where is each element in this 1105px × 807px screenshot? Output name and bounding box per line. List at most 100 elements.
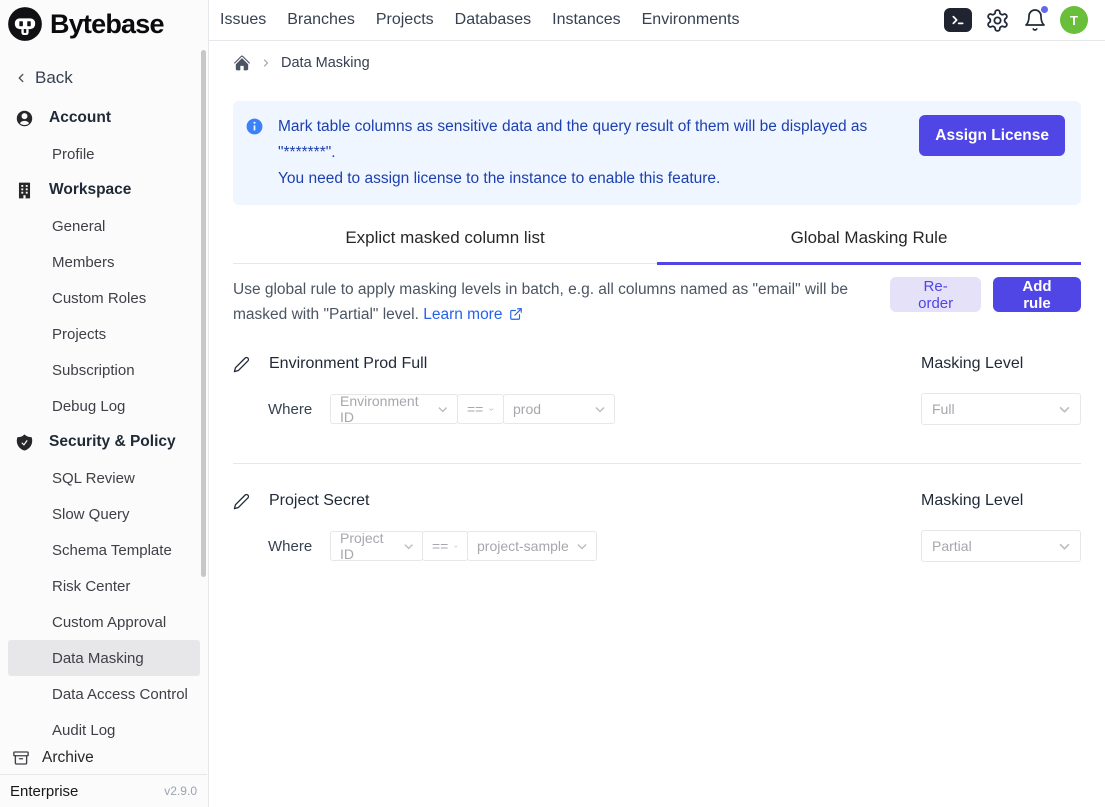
masking-level-select[interactable]: Full xyxy=(921,393,1081,425)
sidebar-item-risk-center[interactable]: Risk Center xyxy=(0,568,208,604)
nav-issues[interactable]: Issues xyxy=(220,11,266,29)
chevron-down-icon xyxy=(438,406,448,413)
edit-pencil-icon[interactable] xyxy=(233,356,250,373)
bytebase-logo-icon xyxy=(7,6,43,42)
sidebar-section-workspace: Workspace xyxy=(0,172,208,208)
data-masking-page: Data Masking Mark table columns as sensi… xyxy=(209,41,1105,807)
sidebar-item-data-access-control[interactable]: Data Access Control xyxy=(0,676,208,712)
settings-sidebar: Bytebase Back Account Profile Workspace xyxy=(0,0,209,807)
sidebar-item-archive[interactable]: Archive xyxy=(0,741,207,774)
sidebar-item-projects[interactable]: Projects xyxy=(0,316,208,352)
bytebase-app: Bytebase Back Account Profile Workspace xyxy=(0,0,1105,807)
nav-branches[interactable]: Branches xyxy=(287,11,355,29)
sidebar-item-general[interactable]: General xyxy=(0,208,208,244)
version-label: v2.9.0 xyxy=(164,784,197,798)
chevron-left-icon xyxy=(14,71,28,85)
sidebar-item-custom-roles[interactable]: Custom Roles xyxy=(0,280,208,316)
sidebar-scrollbar[interactable] xyxy=(201,50,206,577)
nav-environments[interactable]: Environments xyxy=(642,11,740,29)
back-label: Back xyxy=(35,68,73,88)
sidebar-item-schema-template[interactable]: Schema Template xyxy=(0,532,208,568)
masking-level-label: Masking Level xyxy=(921,355,1081,373)
add-rule-button[interactable]: Add rule xyxy=(993,277,1081,312)
condition-selects: Project ID == project-sample xyxy=(330,531,597,561)
where-label: Where xyxy=(268,538,313,555)
sidebar-item-profile[interactable]: Profile xyxy=(0,136,208,172)
sidebar-nav: Account Profile Workspace General Member… xyxy=(0,100,208,748)
main-nav: Issues Branches Projects Databases Insta… xyxy=(220,11,739,29)
condition-selects: Environment ID == prod xyxy=(330,394,615,424)
sidebar-item-members[interactable]: Members xyxy=(0,244,208,280)
rule-list-header: Use global rule to apply masking levels … xyxy=(233,277,1081,327)
sidebar-section-account: Account xyxy=(0,100,208,136)
reorder-button[interactable]: Re-order xyxy=(890,277,981,312)
nav-instances[interactable]: Instances xyxy=(552,11,620,29)
rule-condition-row: Where Project ID == project-sample xyxy=(233,530,1081,562)
brand-name: Bytebase xyxy=(50,9,164,40)
condition-operator-select[interactable]: == xyxy=(422,531,468,561)
rule-condition-row: Where Environment ID == prod xyxy=(233,393,1081,425)
chevron-down-icon xyxy=(454,543,458,550)
license-info-banner: Mark table columns as sensitive data and… xyxy=(233,101,1081,205)
sidebar-item-sql-review[interactable]: SQL Review xyxy=(0,460,208,496)
chevron-down-icon xyxy=(404,543,413,550)
edit-pencil-icon[interactable] xyxy=(233,493,250,510)
chevron-down-icon xyxy=(1059,406,1070,413)
external-link-icon xyxy=(509,307,523,321)
breadcrumb-current: Data Masking xyxy=(281,55,370,71)
nav-projects[interactable]: Projects xyxy=(376,11,434,29)
chevron-down-icon xyxy=(489,406,494,413)
back-button[interactable]: Back xyxy=(0,60,208,96)
sidebar-item-data-masking[interactable]: Data Masking xyxy=(8,640,200,676)
home-icon[interactable] xyxy=(233,54,251,72)
breadcrumb: Data Masking xyxy=(233,52,1081,74)
tab-global-masking-rule[interactable]: Global Masking Rule xyxy=(657,224,1081,263)
condition-value-select[interactable]: prod xyxy=(503,394,615,424)
assign-license-button[interactable]: Assign License xyxy=(919,115,1065,156)
condition-value-select[interactable]: project-sample xyxy=(467,531,597,561)
masking-rule-card: Project Secret Masking Level Where Proje… xyxy=(233,492,1081,562)
description-text: Use global rule to apply masking levels … xyxy=(233,281,848,323)
masking-rule-card: Environment Prod Full Masking Level Wher… xyxy=(233,355,1081,425)
shield-check-icon xyxy=(15,433,34,452)
banner-line-2: You need to assign license to the instan… xyxy=(278,166,919,192)
condition-field-select[interactable]: Project ID xyxy=(330,531,423,561)
sidebar-item-debug-log[interactable]: Debug Log xyxy=(0,388,208,424)
rule-title: Project Secret xyxy=(269,492,921,510)
banner-line-1: Mark table columns as sensitive data and… xyxy=(278,114,919,166)
tab-explicit-masked-column-list[interactable]: Explict masked column list xyxy=(233,224,657,263)
nav-databases[interactable]: Databases xyxy=(455,11,532,29)
condition-field-select[interactable]: Environment ID xyxy=(330,394,458,424)
avatar[interactable]: T xyxy=(1060,6,1088,34)
archive-box-icon xyxy=(12,749,30,767)
notification-dot xyxy=(1040,5,1049,14)
notifications-bell-icon[interactable] xyxy=(1023,8,1047,32)
plan-badge: Enterprise xyxy=(10,783,78,800)
learn-more-link[interactable]: Learn more xyxy=(423,306,523,323)
sidebar-item-slow-query[interactable]: Slow Query xyxy=(0,496,208,532)
rule-title: Environment Prod Full xyxy=(269,355,921,373)
rule-list-description: Use global rule to apply masking levels … xyxy=(233,277,890,327)
info-circle-icon xyxy=(245,117,264,136)
rule-header: Environment Prod Full Masking Level xyxy=(233,355,1081,373)
masking-level-select[interactable]: Partial xyxy=(921,530,1081,562)
rule-header: Project Secret Masking Level xyxy=(233,492,1081,510)
top-navigation-bar: Issues Branches Projects Databases Insta… xyxy=(209,0,1105,41)
rule-divider xyxy=(233,463,1081,464)
chevron-right-icon xyxy=(260,57,272,69)
condition-operator-select[interactable]: == xyxy=(457,394,504,424)
building-icon xyxy=(15,181,34,200)
sidebar-item-custom-approval[interactable]: Custom Approval xyxy=(0,604,208,640)
sidebar-section-label: Security & Policy xyxy=(49,433,176,451)
where-label: Where xyxy=(268,401,313,418)
masking-tabs: Explict masked column list Global Maskin… xyxy=(233,224,1081,264)
settings-gear-icon[interactable] xyxy=(985,8,1010,33)
brand-logo[interactable]: Bytebase xyxy=(0,0,208,44)
sidebar-section-label: Workspace xyxy=(49,181,131,199)
sql-editor-terminal-icon[interactable] xyxy=(944,8,972,32)
masking-level-label: Masking Level xyxy=(921,492,1081,510)
topbar-actions: T xyxy=(944,6,1088,34)
sidebar-item-subscription[interactable]: Subscription xyxy=(0,352,208,388)
chevron-down-icon xyxy=(595,406,605,413)
banner-text: Mark table columns as sensitive data and… xyxy=(278,114,919,192)
